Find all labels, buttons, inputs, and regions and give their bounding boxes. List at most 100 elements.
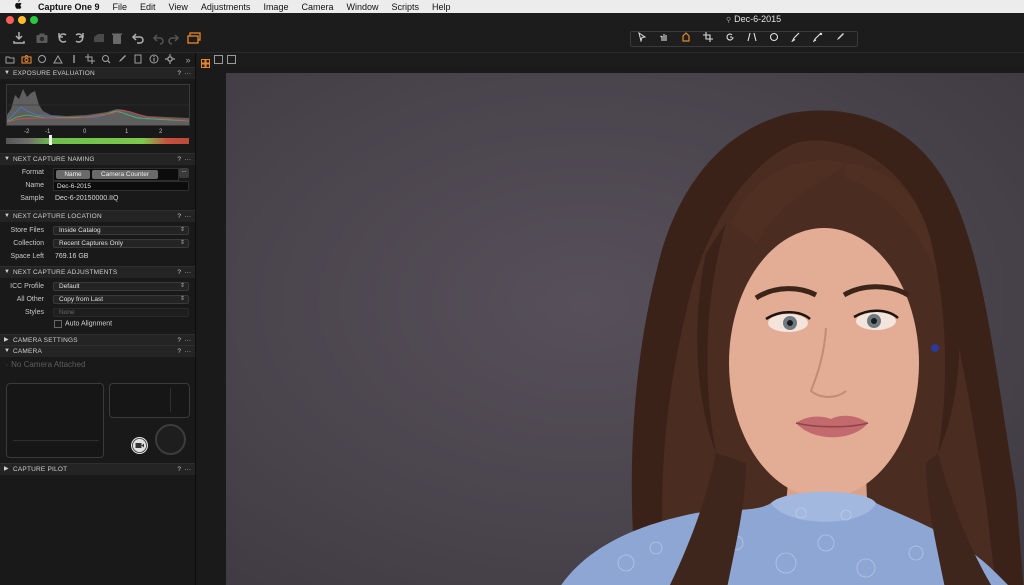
section-menu-icon[interactable]: ··· — [185, 464, 192, 475]
menu-camera[interactable]: Camera — [301, 2, 333, 12]
apple-icon[interactable] — [10, 0, 24, 13]
composition-icon[interactable] — [84, 54, 96, 66]
rotate-right-icon[interactable] — [72, 31, 86, 45]
menu-image[interactable]: Image — [263, 2, 288, 12]
collection-select[interactable]: Recent Captures Only ⇕ — [53, 239, 189, 248]
help-icon[interactable]: ? — [177, 267, 181, 278]
format-edit-button[interactable]: ... — [179, 168, 189, 178]
menu-app-name[interactable]: Capture One 9 — [38, 2, 100, 12]
exposure-icon[interactable] — [68, 54, 80, 66]
help-icon[interactable]: ? — [177, 346, 181, 357]
section-collapse-icon[interactable]: ▼ — [4, 68, 10, 79]
help-icon[interactable]: ? — [177, 464, 181, 475]
capture-adjustments-header[interactable]: ▼ NEXT CAPTURE ADJUSTMENTS ? ··· — [0, 266, 195, 278]
icc-profile-label: ICC Profile — [10, 283, 44, 290]
rotate-tool-icon[interactable] — [721, 32, 739, 46]
exposure-evaluation-header[interactable]: ▼ EXPOSURE EVALUATION ? ··· — [0, 67, 195, 79]
more-tabs-button[interactable]: » — [182, 54, 194, 66]
move-to-selects-icon[interactable] — [92, 31, 106, 45]
brush-icon[interactable] — [787, 32, 805, 46]
image-viewer — [196, 53, 1024, 585]
menu-window[interactable]: Window — [346, 2, 378, 12]
section-collapse-icon[interactable]: ▼ — [4, 154, 10, 165]
menu-adjustments[interactable]: Adjustments — [201, 2, 251, 12]
select-cursor-icon[interactable] — [633, 31, 651, 46]
select-value: Recent Captures Only — [59, 240, 123, 247]
pan-icon[interactable] — [655, 32, 673, 46]
help-icon[interactable]: ? — [177, 68, 181, 79]
section-menu-icon[interactable]: ··· — [185, 154, 192, 165]
capture-icon[interactable] — [20, 54, 32, 66]
video-camera-icon — [132, 438, 147, 453]
help-icon[interactable]: ? — [177, 211, 181, 222]
keystone-icon[interactable] — [743, 32, 761, 46]
output-icon[interactable] — [164, 54, 176, 66]
select-value: None — [59, 309, 75, 316]
auto-alignment-checkbox[interactable] — [54, 320, 62, 328]
capture-pilot-header[interactable]: ▶ CAPTURE PILOT ? ··· — [0, 463, 195, 475]
exposure-marker[interactable] — [49, 135, 52, 145]
help-icon[interactable]: ? — [177, 154, 181, 165]
select-value: Copy from Last — [59, 296, 104, 303]
menu-file[interactable]: File — [113, 2, 128, 12]
color-icon[interactable] — [52, 54, 64, 66]
close-window-button[interactable] — [6, 16, 14, 24]
local-adjustments-icon[interactable] — [116, 54, 128, 66]
multi-view-icon[interactable] — [201, 55, 210, 68]
capture-location-header[interactable]: ▼ NEXT CAPTURE LOCATION ? ··· — [0, 210, 195, 222]
zoom-window-button[interactable] — [30, 16, 38, 24]
minimize-window-button[interactable] — [18, 16, 26, 24]
camera-capture-icon[interactable] — [35, 31, 49, 45]
live-view-button[interactable] — [131, 437, 148, 454]
capture-shutter-button[interactable] — [155, 424, 186, 455]
section-menu-icon[interactable]: ··· — [185, 68, 192, 79]
metadata-icon[interactable] — [148, 54, 160, 66]
lens-icon[interactable] — [36, 54, 48, 66]
library-icon[interactable] — [4, 54, 16, 66]
rotate-left-icon[interactable] — [56, 31, 70, 45]
no-camera-row: ◦ No Camera Attached — [6, 360, 85, 369]
name-field[interactable]: Dec-6-2015 — [53, 181, 189, 191]
section-expand-icon[interactable]: ▶ — [4, 464, 9, 475]
layers-icon[interactable] — [186, 31, 201, 45]
camera-status-icon: ◦ — [6, 363, 9, 369]
spot-removal-icon[interactable] — [765, 32, 783, 46]
adjustments-icon[interactable] — [132, 54, 144, 66]
loupe-icon[interactable] — [677, 32, 695, 46]
trash-icon[interactable] — [110, 31, 124, 45]
import-icon[interactable] — [12, 31, 26, 45]
cursor-tools-group — [630, 31, 858, 47]
capture-naming-header[interactable]: ▼ NEXT CAPTURE NAMING ? ··· — [0, 153, 195, 165]
reset-icon[interactable] — [131, 31, 145, 45]
format-token-counter[interactable]: Camera Counter — [92, 170, 158, 179]
details-icon[interactable] — [100, 54, 112, 66]
single-view-icon[interactable] — [214, 55, 223, 64]
section-menu-icon[interactable]: ··· — [185, 267, 192, 278]
styles-select[interactable]: None — [53, 308, 189, 317]
menu-view[interactable]: View — [169, 2, 188, 12]
section-collapse-icon[interactable]: ▼ — [4, 346, 10, 357]
select-value: Default — [59, 283, 80, 290]
tick-label: 2 — [159, 129, 163, 135]
section-collapse-icon[interactable]: ▼ — [4, 267, 10, 278]
format-token-field[interactable]: Name Camera Counter — [53, 168, 179, 181]
crop-icon[interactable] — [699, 32, 717, 46]
picker-icon[interactable] — [809, 32, 827, 46]
auto-alignment-checkbox-row[interactable]: Auto Alignment — [54, 320, 112, 330]
undo-icon[interactable] — [151, 31, 165, 45]
section-collapse-icon[interactable]: ▼ — [4, 211, 10, 222]
exposure-scale: -2 -1 0 1 2 — [6, 129, 188, 138]
all-other-select[interactable]: Copy from Last ⇕ — [53, 295, 189, 304]
section-menu-icon[interactable]: ··· — [185, 211, 192, 222]
menu-help[interactable]: Help — [432, 2, 451, 12]
icc-profile-select[interactable]: Default ⇕ — [53, 282, 189, 291]
redo-icon[interactable] — [167, 31, 181, 45]
menu-scripts[interactable]: Scripts — [391, 2, 419, 12]
compare-view-icon[interactable] — [227, 55, 236, 64]
section-menu-icon[interactable]: ··· — [185, 346, 192, 357]
format-token-name[interactable]: Name — [56, 170, 90, 179]
store-files-select[interactable]: Inside Catalog ⇕ — [53, 226, 189, 235]
menu-edit[interactable]: Edit — [140, 2, 156, 12]
camera-header[interactable]: ▼ CAMERA ? ··· — [0, 345, 195, 357]
annotate-icon[interactable] — [831, 32, 849, 46]
